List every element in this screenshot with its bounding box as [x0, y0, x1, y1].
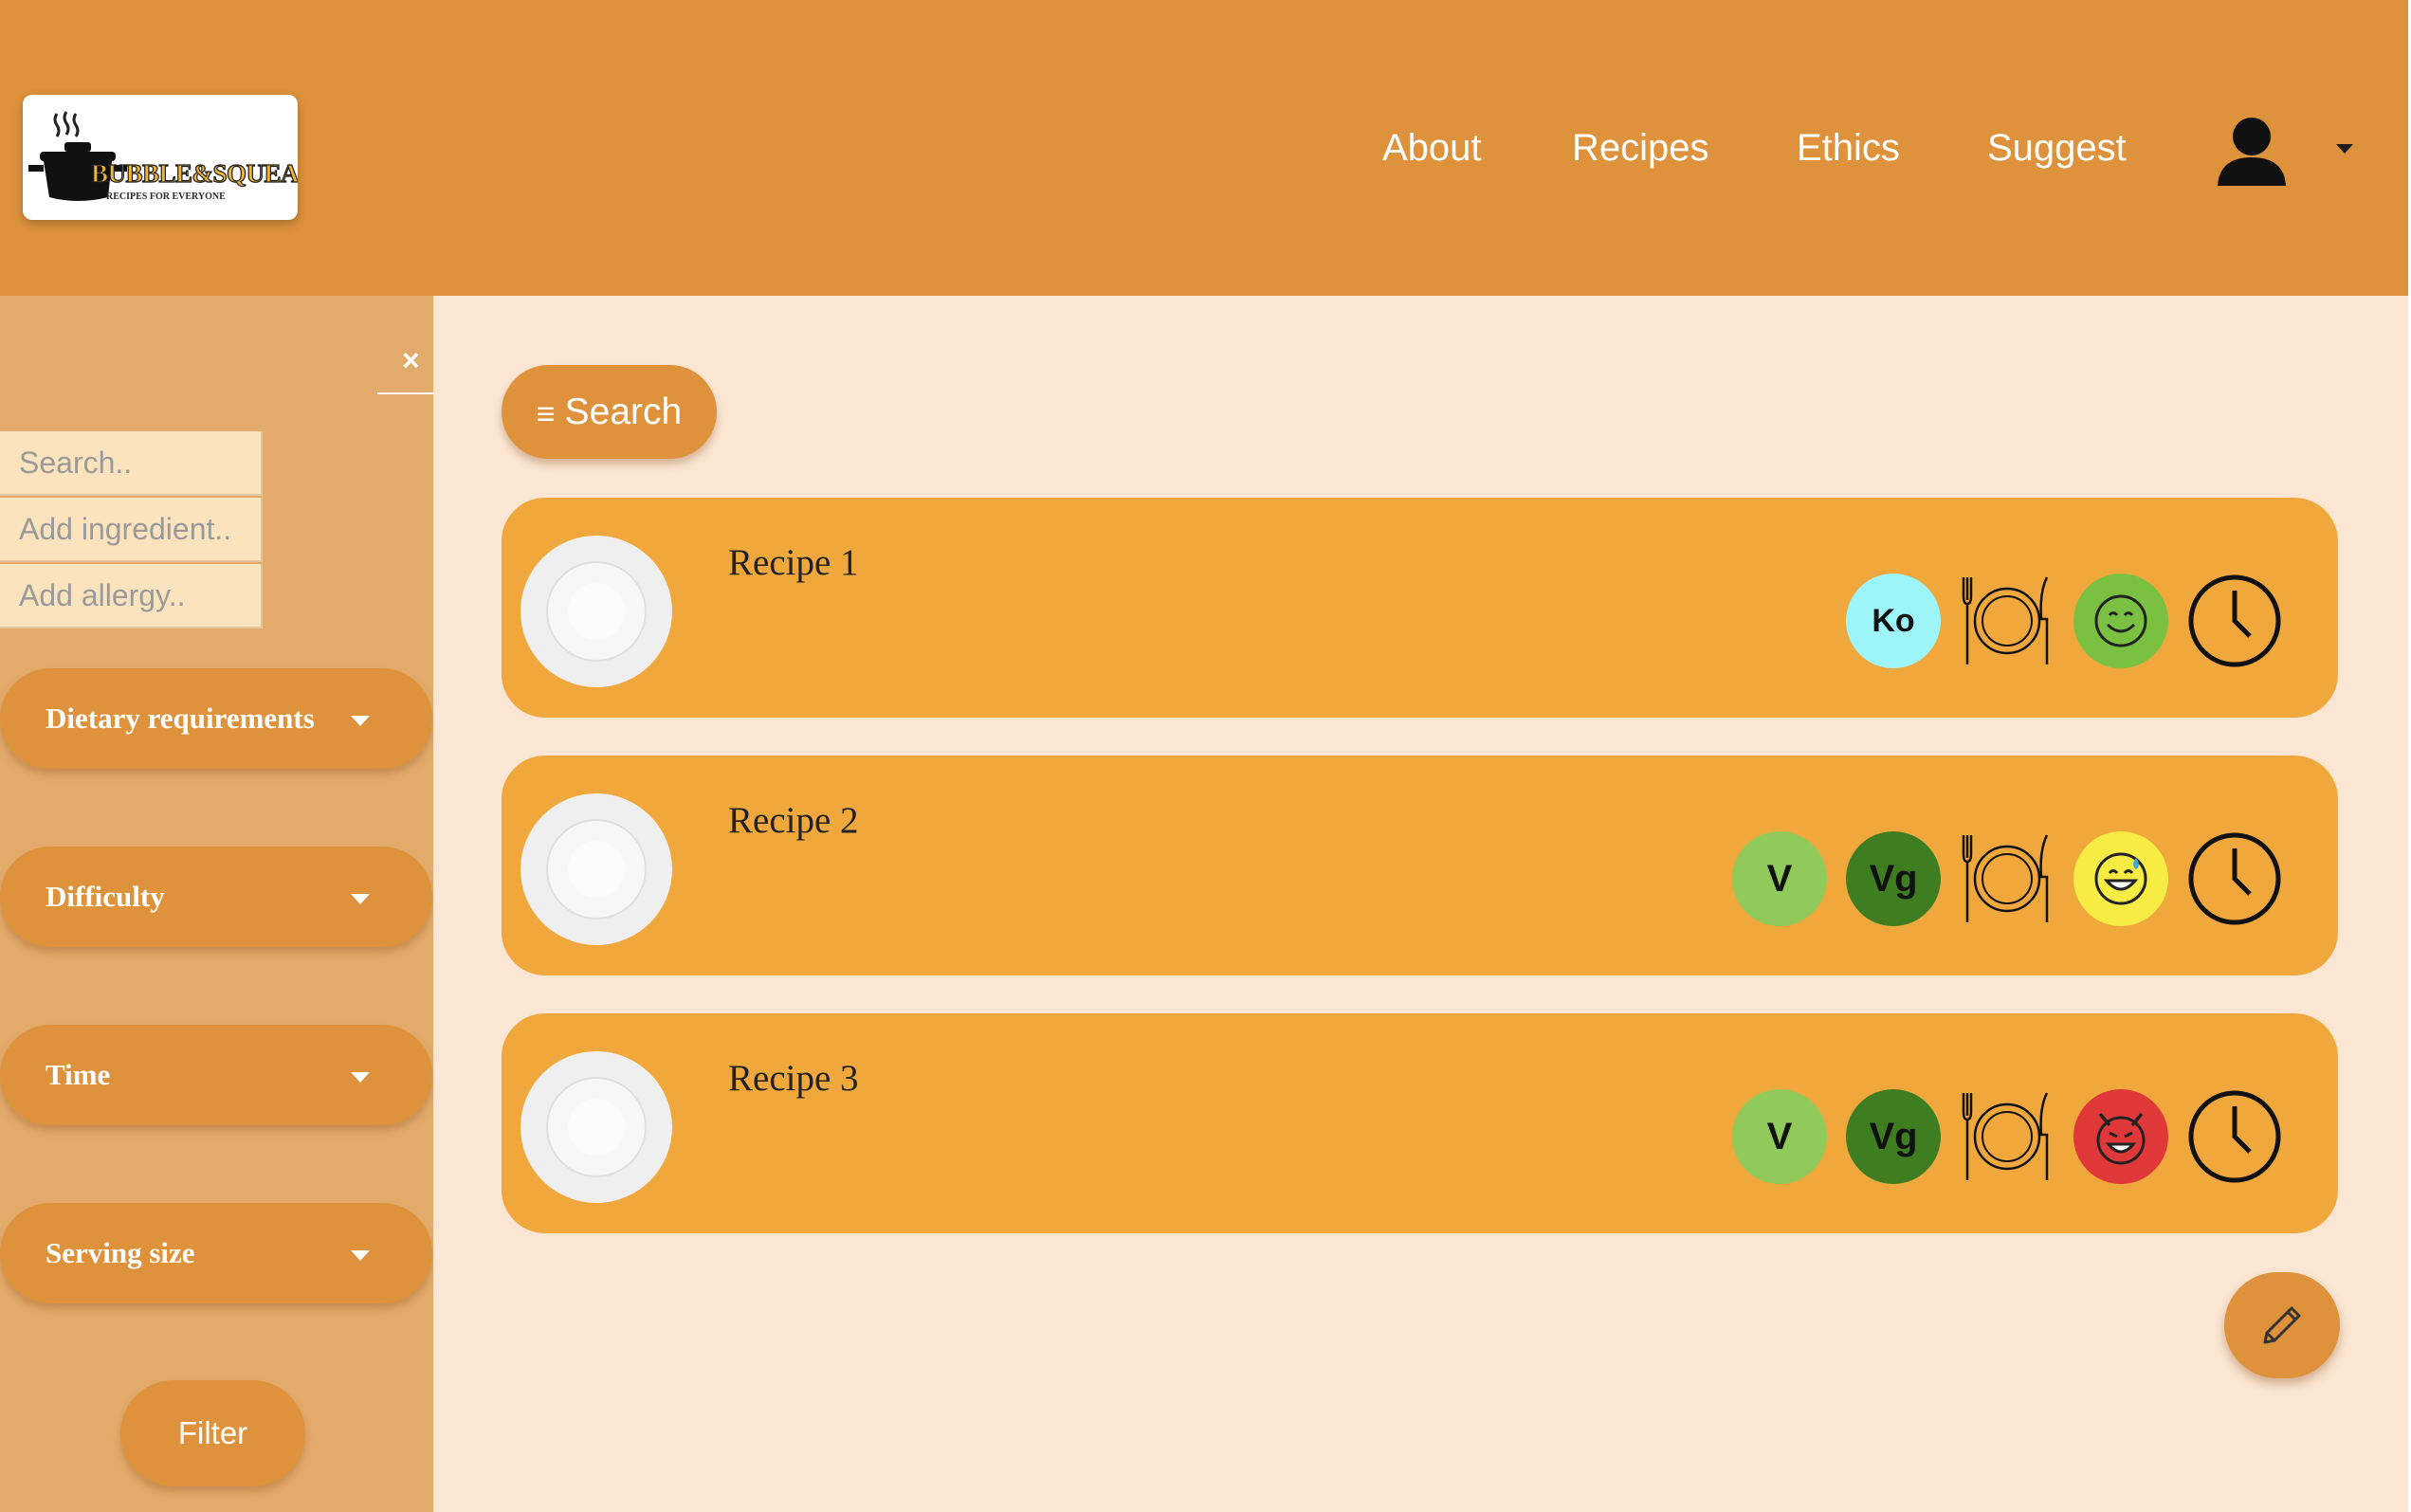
- recipe-title: Recipe 3: [728, 1058, 859, 1099]
- dropdown-label: Dietary requirements: [46, 701, 315, 735]
- smile-icon: [2073, 574, 2168, 668]
- search-toggle-button[interactable]: ≡ Search: [502, 365, 717, 459]
- filter-button[interactable]: Filter: [120, 1380, 305, 1486]
- clock-icon: [2188, 574, 2281, 667]
- dietary-requirements-dropdown[interactable]: Dietary requirements: [0, 668, 432, 769]
- cutlery-plate-icon: [1962, 834, 2049, 922]
- top-header: BUBBLE&SQUEAK RECIPES FOR EVERYONE About…: [0, 0, 2408, 296]
- cutlery-plate-icon: [1962, 576, 2049, 665]
- user-icon[interactable]: [2214, 116, 2290, 188]
- allergy-input[interactable]: [0, 564, 261, 627]
- pencil-icon: [2263, 1306, 2301, 1344]
- caret-down-icon: [351, 894, 370, 904]
- plate-image: [521, 536, 672, 687]
- search-field[interactable]: [0, 431, 263, 496]
- kosher-badge: Ko: [1846, 574, 1941, 668]
- logo-text: BUBBLE&SQUEAK: [90, 158, 298, 188]
- devil-icon: [2073, 1089, 2168, 1184]
- dropdown-label: Serving size: [46, 1236, 195, 1269]
- recipe-title: Recipe 2: [728, 800, 859, 841]
- nav-about[interactable]: About: [1382, 121, 1482, 174]
- vegan-badge: Vg: [1846, 1089, 1941, 1184]
- dropdown-label: Difficulty: [46, 880, 165, 913]
- recipe-title: Recipe 1: [728, 542, 859, 583]
- dropdown-label: Time: [46, 1058, 111, 1091]
- cutlery-plate-icon: [1962, 1092, 2049, 1180]
- nav-link-recipes[interactable]: Recipes: [1572, 127, 1709, 170]
- vegetarian-badge: V: [1732, 1089, 1827, 1184]
- serving-size-dropdown[interactable]: Serving size: [0, 1203, 432, 1303]
- recipe-card[interactable]: Recipe 2 V Vg: [502, 756, 2338, 975]
- search-input[interactable]: [0, 431, 261, 494]
- nav-link-ethics[interactable]: Ethics: [1797, 127, 1900, 170]
- ingredient-field[interactable]: [0, 498, 263, 562]
- recipe-card[interactable]: Recipe 3 V Vg: [502, 1013, 2338, 1233]
- time-dropdown[interactable]: Time: [0, 1025, 432, 1125]
- logo-tagline: RECIPES FOR EVERYONE: [106, 191, 226, 202]
- difficulty-dropdown[interactable]: Difficulty: [0, 847, 432, 947]
- suggest-recipe-button[interactable]: [2224, 1272, 2340, 1378]
- nav-suggest[interactable]: Suggest: [1987, 121, 2127, 174]
- user-menu-chevron-down-icon[interactable]: [2336, 144, 2353, 154]
- clock-icon: [2188, 832, 2281, 925]
- nav-ethics[interactable]: Ethics: [1797, 121, 1900, 174]
- vegan-badge: Vg: [1846, 831, 1941, 926]
- nav-recipes[interactable]: Recipes: [1572, 121, 1709, 174]
- caret-down-icon: [351, 1250, 370, 1261]
- sweat-smile-icon: [2073, 831, 2168, 926]
- allergy-field[interactable]: [0, 564, 263, 628]
- caret-down-icon: [351, 1072, 370, 1083]
- close-sidebar-icon[interactable]: ×: [402, 343, 420, 378]
- vegetarian-badge: V: [1732, 831, 1827, 926]
- app-window: BUBBLE&SQUEAK RECIPES FOR EVERYONE About…: [0, 0, 2411, 1512]
- nav-link-about[interactable]: About: [1382, 127, 1482, 170]
- caret-down-icon: [351, 716, 370, 726]
- recipe-card[interactable]: Recipe 1 Ko: [502, 498, 2338, 718]
- plate-image: [521, 1051, 672, 1203]
- search-button-label: Search: [564, 391, 683, 432]
- site-logo[interactable]: BUBBLE&SQUEAK RECIPES FOR EVERYONE: [23, 95, 298, 220]
- ingredient-input[interactable]: [0, 498, 261, 560]
- plate-image: [521, 793, 672, 945]
- close-divider: [377, 392, 433, 394]
- nav-link-suggest[interactable]: Suggest: [1987, 127, 2127, 170]
- clock-icon: [2188, 1090, 2281, 1183]
- menu-icon: ≡: [536, 396, 556, 432]
